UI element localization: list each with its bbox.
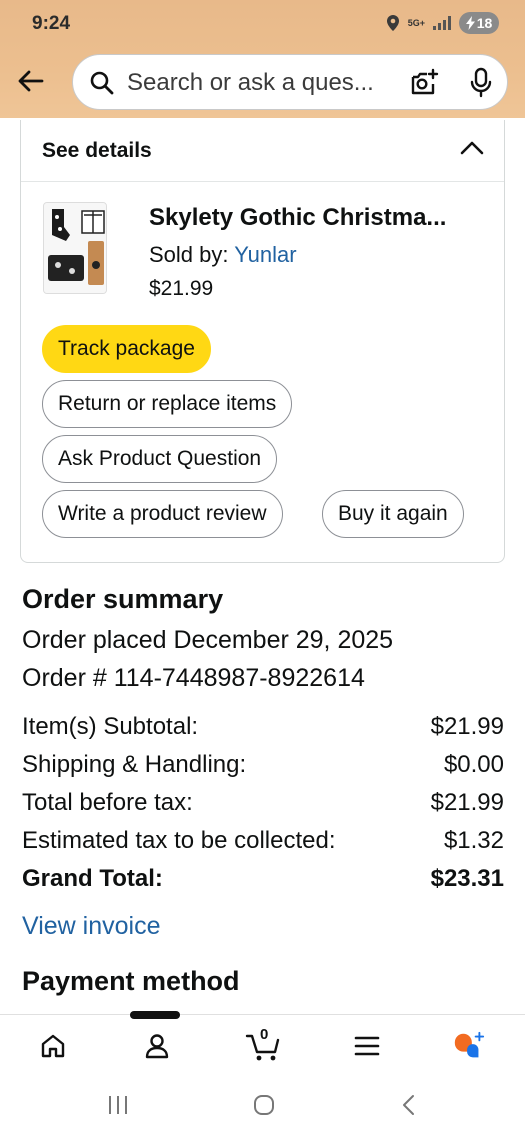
order-summary-title: Order summary — [22, 584, 224, 614]
summary-value: $0.00 — [443, 751, 504, 778]
summary-value: $1.32 — [443, 827, 504, 854]
summary-value: $21.99 — [430, 713, 504, 740]
summary-value: $21.99 — [430, 789, 504, 816]
return-replace-button[interactable]: Return or replace items — [42, 380, 293, 428]
summary-label: Shipping & Handling: — [22, 751, 247, 778]
search-icon — [90, 71, 114, 95]
signal-icon — [433, 16, 451, 30]
recent-apps-icon[interactable] — [106, 1094, 130, 1116]
order-placed: Order placed December 29, 2025 — [22, 626, 393, 655]
track-package-button[interactable]: Track package — [42, 325, 211, 373]
account-icon — [145, 1034, 169, 1059]
order-number-label: Order # — [22, 664, 107, 692]
back-button-icon[interactable] — [400, 1094, 418, 1116]
ask-question-button[interactable]: Ask Product Question — [42, 435, 278, 483]
nav-home[interactable] — [36, 1029, 70, 1063]
system-nav-bar — [0, 1074, 525, 1136]
bottom-nav: 0 — [0, 1011, 525, 1074]
order-number: Order # 114-7448987-8922614 — [22, 664, 365, 693]
status-icons: 5G+ 18 — [386, 12, 499, 34]
summary-row-grand-total: Grand Total: $23.31 — [22, 865, 504, 893]
see-details-label: See details — [42, 139, 152, 162]
microphone-icon[interactable] — [469, 67, 493, 99]
battery-indicator: 18 — [459, 12, 499, 34]
product-image[interactable] — [43, 202, 107, 294]
charging-icon — [465, 16, 475, 30]
search-row: Search or ask a ques... — [0, 54, 525, 110]
order-placed-date: December 29, 2025 — [173, 626, 394, 654]
order-item-card: See details Skylety Gothic Christma... S… — [20, 120, 505, 563]
summary-label: Item(s) Subtotal: — [22, 713, 199, 740]
sold-by: Sold by: Yunlar — [149, 242, 297, 268]
summary-row-shipping: Shipping & Handling: $0.00 — [22, 751, 504, 779]
nav-assistant[interactable] — [452, 1029, 486, 1063]
home-icon — [41, 1034, 65, 1058]
camera-search-icon[interactable] — [409, 68, 439, 98]
nav-menu[interactable] — [350, 1029, 384, 1063]
summary-label: Grand Total: — [22, 865, 163, 892]
nav-account[interactable] — [140, 1029, 174, 1063]
order-placed-label: Order placed — [22, 626, 167, 654]
order-number-value: 114-7448987-8922614 — [113, 664, 365, 692]
product-thumbnail-icon — [44, 203, 106, 293]
summary-row-before-tax: Total before tax: $21.99 — [22, 789, 504, 817]
active-tab-indicator — [130, 1011, 180, 1019]
summary-label: Total before tax: — [22, 789, 193, 816]
status-bar: 9:24 5G+ 18 — [0, 0, 525, 48]
summary-row-tax: Estimated tax to be collected: $1.32 — [22, 827, 504, 855]
network-type: 5G+ — [407, 17, 425, 28]
app-header: 9:24 5G+ 18 Search or ask a ques... — [0, 0, 525, 118]
menu-icon — [354, 1036, 380, 1056]
payment-method-title: Payment method — [22, 966, 240, 996]
cart-count: 0 — [260, 1026, 269, 1043]
sold-by-label: Sold by: — [149, 242, 229, 267]
rufus-assistant-icon — [454, 1031, 485, 1058]
search-bar[interactable]: Search or ask a ques... — [72, 54, 508, 110]
search-input[interactable]: Search or ask a ques... — [127, 69, 374, 97]
home-button-icon[interactable] — [252, 1094, 276, 1116]
see-details-toggle[interactable]: See details — [21, 120, 504, 182]
back-arrow-icon[interactable] — [14, 64, 48, 98]
view-invoice-link[interactable]: View invoice — [22, 912, 161, 941]
location-icon — [386, 15, 399, 31]
seller-link[interactable]: Yunlar — [234, 242, 296, 267]
nav-cart[interactable]: 0 — [244, 1026, 284, 1063]
status-time: 9:24 — [32, 13, 71, 34]
item-price: $21.99 — [149, 277, 214, 300]
summary-value: $23.31 — [430, 865, 504, 892]
chevron-up-icon[interactable] — [460, 139, 484, 157]
summary-row-subtotal: Item(s) Subtotal: $21.99 — [22, 713, 504, 741]
product-title[interactable]: Skylety Gothic Christma... — [149, 204, 489, 232]
summary-label: Estimated tax to be collected: — [22, 827, 336, 854]
battery-level: 18 — [476, 15, 493, 31]
write-review-button[interactable]: Write a product review — [42, 490, 283, 538]
buy-again-button[interactable]: Buy it again — [322, 490, 464, 538]
